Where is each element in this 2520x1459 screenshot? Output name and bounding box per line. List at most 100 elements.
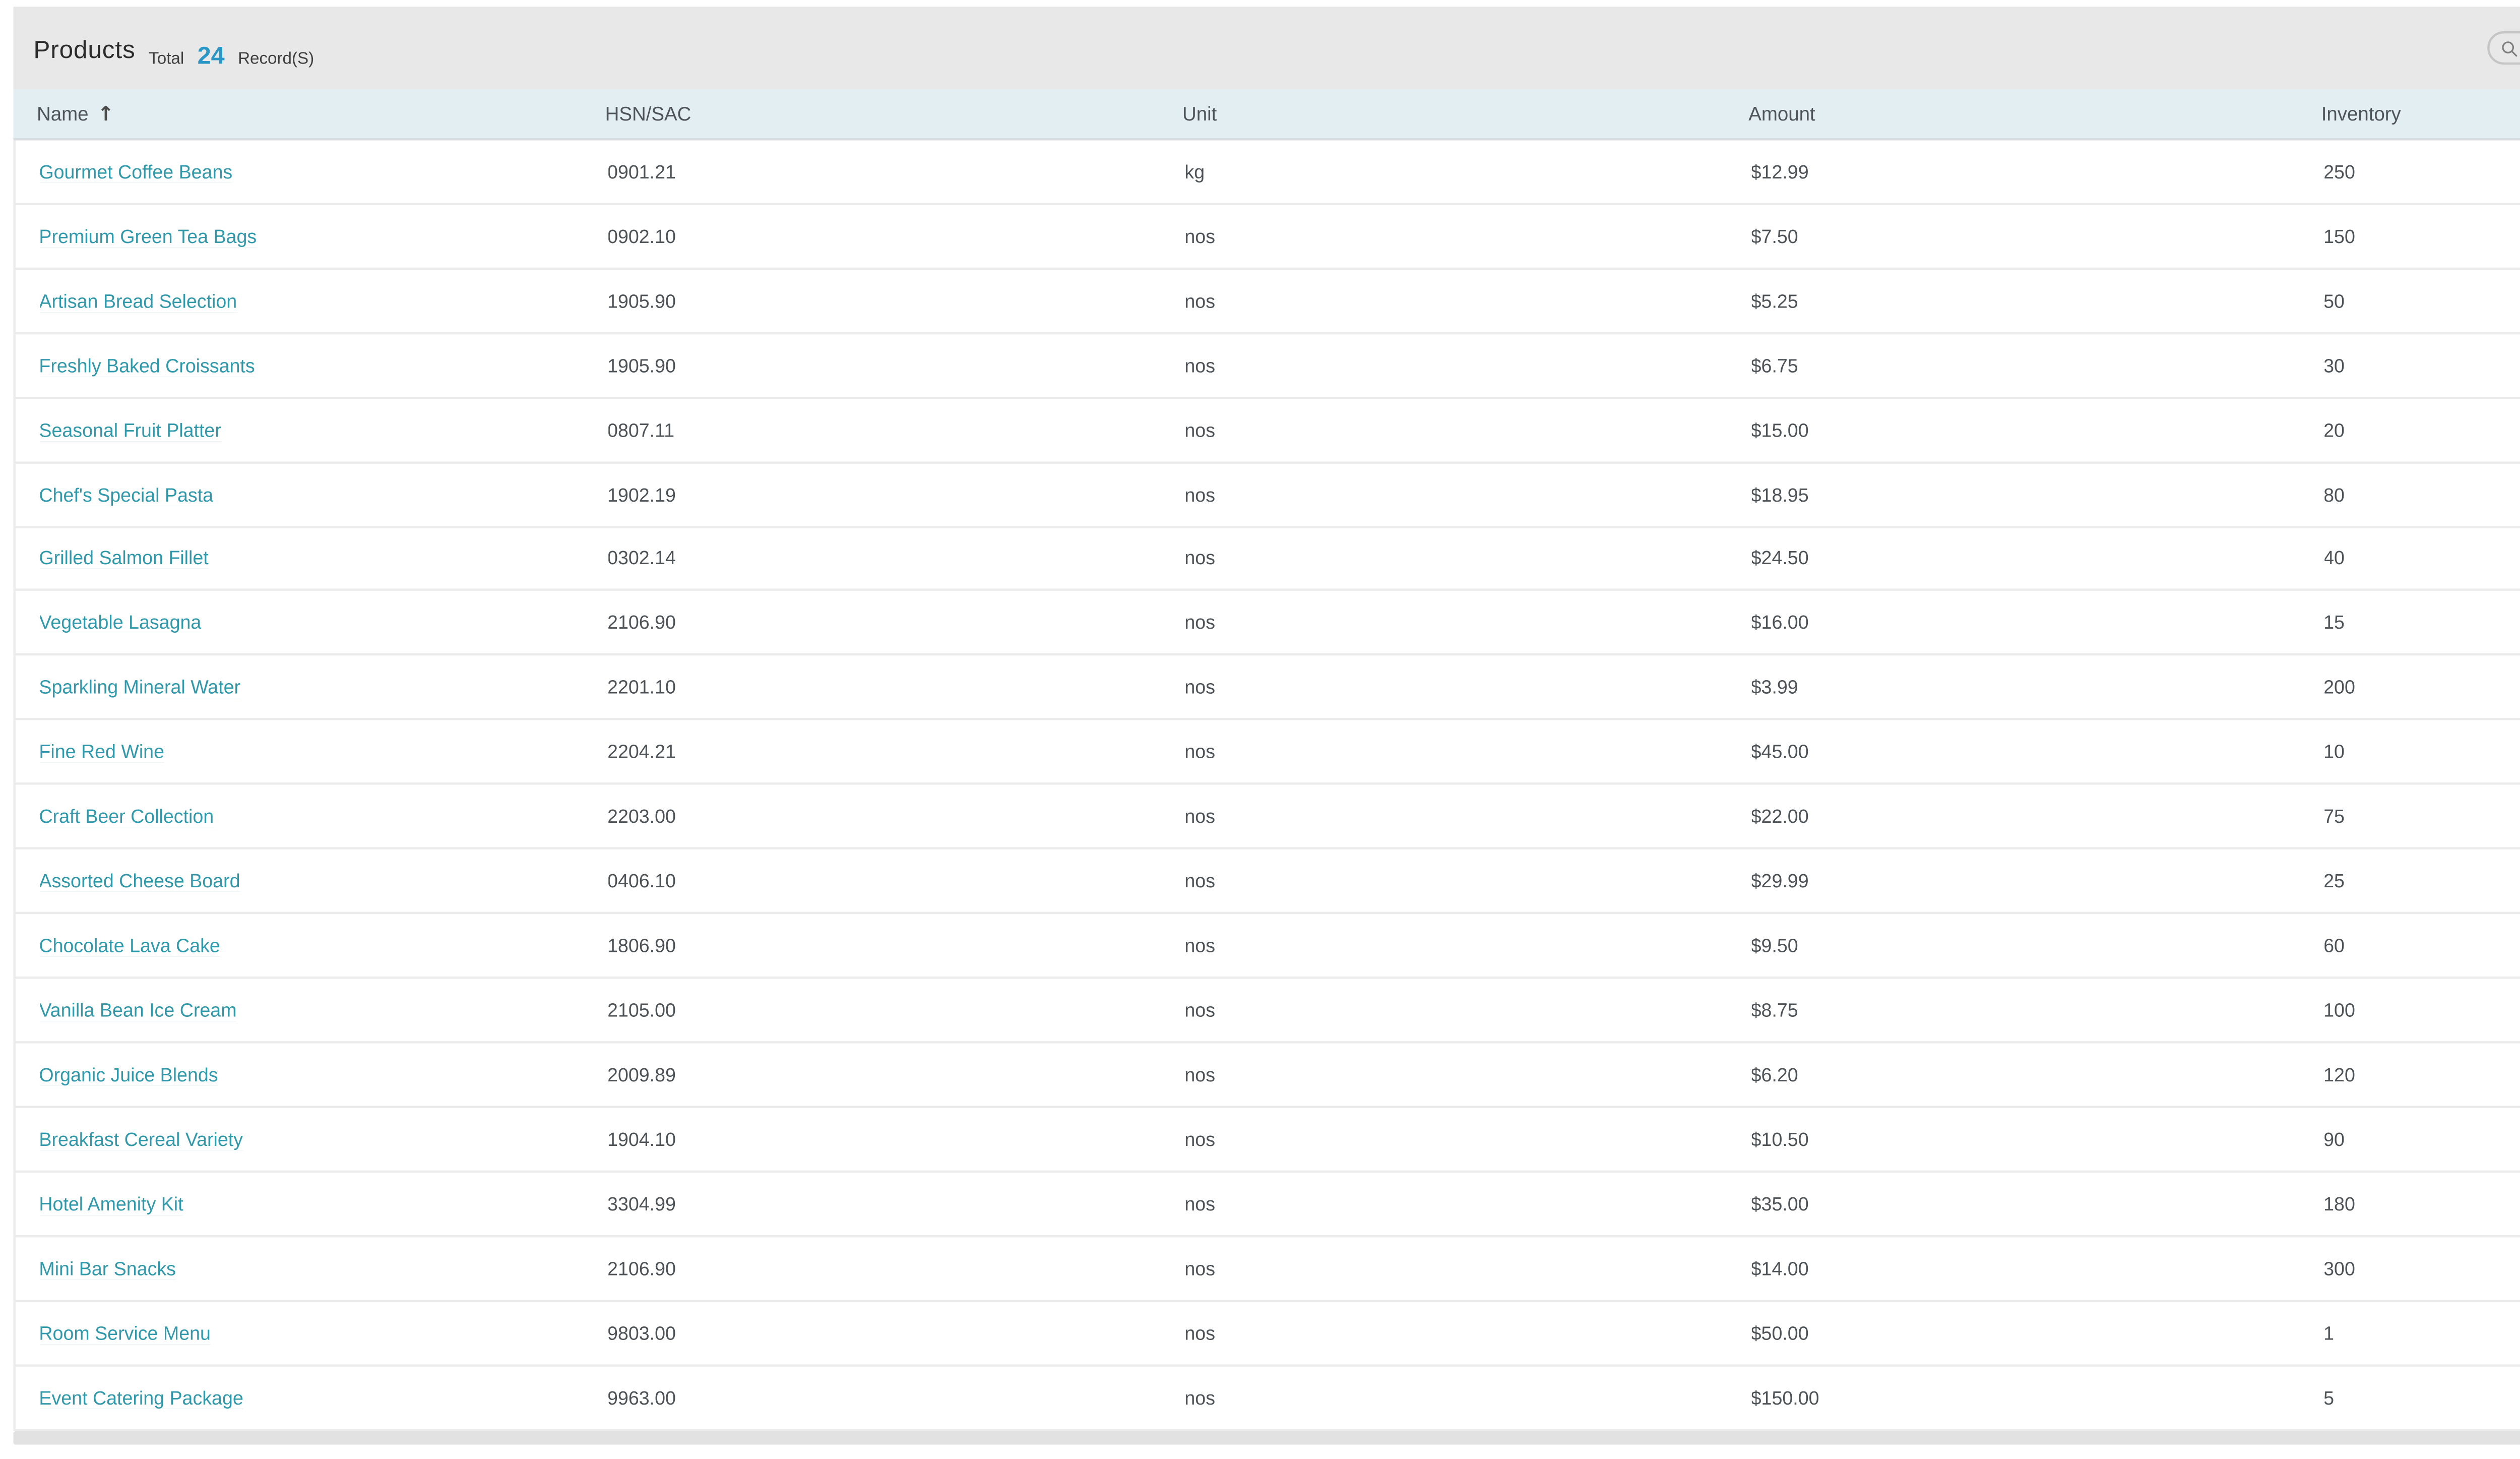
product-name-link[interactable]: Organic Juice Blends	[39, 1063, 218, 1085]
product-name-link[interactable]: Event Catering Package	[39, 1386, 243, 1408]
product-name-cell: Hotel Amenity Kit	[39, 1192, 607, 1214]
amount-cell: $8.75	[1750, 999, 1798, 1021]
product-name-cell: Mini Bar Snacks	[39, 1257, 607, 1279]
product-name-cell: Breakfast Cereal Variety	[39, 1128, 607, 1150]
hsn-sac-cell: 2009.89	[607, 1063, 676, 1086]
product-name-link[interactable]: Chocolate Lava Cake	[39, 934, 220, 956]
amount-cell: $10.50	[1750, 1128, 1809, 1150]
table-row: Vegetable Lasagna 2106.90 nos $16.00 15	[15, 592, 2520, 656]
inventory-cell: 25	[2323, 870, 2345, 892]
sort-ascending-icon[interactable]: ↑	[97, 104, 114, 126]
hsn-sac-cell: 0406.10	[607, 870, 676, 892]
product-name-link[interactable]: Room Service Menu	[39, 1321, 211, 1344]
hsn-sac-cell: 1905.90	[607, 353, 676, 376]
product-name-link[interactable]: Seasonal Fruit Platter	[39, 418, 221, 441]
inventory-cell: 75	[2323, 805, 2345, 828]
product-name-link[interactable]: Mini Bar Snacks	[39, 1257, 176, 1279]
table-row: Craft Beer Collection 2203.00 nos $22.00…	[15, 785, 2520, 850]
page-title: Products	[33, 37, 136, 64]
product-name-cell: Vanilla Bean Ice Cream	[39, 999, 607, 1021]
column-header-name-label: Name	[36, 101, 89, 124]
unit-cell: nos	[1184, 418, 1216, 441]
inventory-cell: 80	[2323, 482, 2345, 505]
column-header-hsn-sac[interactable]: HSN/SAC	[605, 103, 1182, 125]
table-row: Artisan Bread Selection 1905.90 nos $5.2…	[15, 269, 2520, 334]
inventory-cell: 50	[2323, 289, 2345, 312]
product-name-link[interactable]: Vanilla Bean Ice Cream	[39, 999, 236, 1021]
amount-cell: $45.00	[1750, 741, 1809, 763]
product-name-link[interactable]: Assorted Cheese Board	[39, 870, 240, 892]
product-name-link[interactable]: Breakfast Cereal Variety	[39, 1128, 243, 1150]
inventory-cell: 100	[2323, 999, 2355, 1021]
hsn-sac-cell: 0902.10	[607, 224, 676, 247]
records-label: Record(S)	[238, 47, 314, 68]
inventory-cell: 90	[2323, 1128, 2345, 1150]
unit-cell: nos	[1184, 547, 1216, 570]
inventory-cell: 120	[2323, 1063, 2355, 1086]
unit-cell: nos	[1184, 289, 1216, 312]
product-name-link[interactable]: Vegetable Lasagna	[39, 612, 201, 634]
product-name-link[interactable]: Hotel Amenity Kit	[39, 1192, 183, 1214]
column-header-unit[interactable]: Unit	[1182, 103, 1748, 125]
product-name-cell: Assorted Cheese Board	[39, 870, 607, 892]
records-summary: Total 24 Record(S)	[149, 34, 314, 75]
product-name-cell: Craft Beer Collection	[39, 805, 607, 827]
hsn-sac-cell: 0807.11	[607, 418, 675, 441]
table-row: Vanilla Bean Ice Cream 2105.00 nos $8.75…	[15, 979, 2520, 1044]
product-name-link[interactable]: Chef's Special Pasta	[39, 483, 213, 505]
product-name-cell: Fine Red Wine	[39, 741, 607, 763]
table-row: Assorted Cheese Board 0406.10 nos $29.99…	[15, 850, 2520, 915]
product-name-cell: Organic Juice Blends	[39, 1063, 607, 1085]
table-row: Sparkling Mineral Water 2201.10 nos $3.9…	[15, 656, 2520, 721]
product-name-link[interactable]: Premium Green Tea Bags	[39, 225, 257, 247]
product-name-link[interactable]: Grilled Salmon Fillet	[39, 548, 208, 570]
product-name-cell: Room Service Menu	[39, 1321, 607, 1344]
unit-cell: nos	[1184, 999, 1216, 1021]
amount-cell: $12.99	[1750, 160, 1809, 183]
column-header-amount[interactable]: Amount	[1748, 103, 2321, 125]
product-name-link[interactable]: Fine Red Wine	[39, 741, 164, 763]
search-icon	[2502, 40, 2517, 56]
product-name-link[interactable]: Craft Beer Collection	[39, 805, 214, 827]
amount-cell: $6.75	[1750, 353, 1798, 376]
amount-cell: $150.00	[1750, 1386, 1819, 1409]
hsn-sac-cell: 0901.21	[607, 160, 676, 183]
table-row: Grilled Salmon Fillet 0302.14 nos $24.50…	[15, 527, 2520, 592]
unit-cell: nos	[1184, 224, 1216, 247]
unit-cell: nos	[1184, 1192, 1216, 1215]
product-name-link[interactable]: Artisan Bread Selection	[39, 289, 237, 312]
table-row: Event Catering Package 9963.00 nos $150.…	[15, 1366, 2520, 1431]
table-row: Chef's Special Pasta 1902.19 nos $18.95 …	[15, 463, 2520, 527]
table-row: Breakfast Cereal Variety 1904.10 nos $10…	[15, 1108, 2520, 1173]
unit-cell: nos	[1184, 676, 1216, 699]
amount-cell: $29.99	[1750, 870, 1809, 892]
hsn-sac-cell: 1902.19	[607, 482, 676, 505]
hsn-sac-cell: 1806.90	[607, 934, 676, 957]
unit-cell: kg	[1184, 160, 1205, 183]
hsn-sac-cell: 2106.90	[607, 612, 676, 634]
inventory-cell: 200	[2323, 676, 2355, 699]
amount-cell: $5.25	[1750, 289, 1798, 312]
column-header-name[interactable]: Name ↑	[37, 101, 605, 126]
table-header: Name↑ HSN/SAC Unit Amount Inventory Acti…	[13, 89, 2520, 141]
hsn-sac-cell: 9963.00	[607, 1386, 676, 1409]
column-header-inventory[interactable]: Inventory	[2321, 103, 2520, 125]
product-name-link[interactable]: Sparkling Mineral Water	[39, 676, 240, 698]
product-name-cell: Premium Green Tea Bags	[39, 225, 607, 247]
hsn-sac-cell: 0302.14	[607, 547, 676, 570]
hsn-sac-cell: 2106.90	[607, 1257, 676, 1280]
product-name-link[interactable]: Gourmet Coffee Beans	[39, 160, 232, 183]
horizontal-scrollbar[interactable]	[13, 1432, 2520, 1445]
inventory-cell: 250	[2323, 160, 2355, 183]
hsn-sac-cell: 2105.00	[607, 999, 676, 1021]
product-name-cell: Vegetable Lasagna	[39, 612, 607, 634]
product-name-cell: Sparkling Mineral Water	[39, 676, 607, 698]
amount-cell: $7.50	[1750, 224, 1798, 247]
search-box[interactable]	[2487, 31, 2520, 66]
amount-cell: $50.00	[1750, 1321, 1809, 1344]
product-name-link[interactable]: Freshly Baked Croissants	[39, 354, 255, 376]
amount-cell: $15.00	[1750, 418, 1809, 441]
product-name-cell: Seasonal Fruit Platter	[39, 418, 607, 441]
table-row: Mini Bar Snacks 2106.90 nos $14.00 300	[15, 1237, 2520, 1302]
toolbar: Products Total 24 Record(S) Search in pr…	[13, 7, 2520, 90]
